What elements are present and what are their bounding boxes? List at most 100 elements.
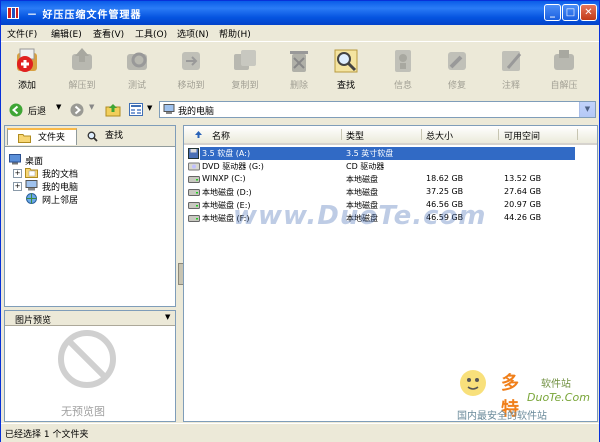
menu-tools[interactable]: 工具(O) [135,27,167,40]
column-total-size[interactable]: 总大小 [426,129,453,142]
brand-tagline: 国内最安全的软件站 [457,411,547,422]
add-button[interactable]: 添加 [3,44,51,96]
preview-collapse-icon[interactable]: ▼ [165,313,170,321]
address-text: 我的电脑 [178,107,215,117]
mascot-logo-icon [460,370,486,396]
pane-tabs: 文件夹 查找 [5,126,175,147]
find-button[interactable]: 查找 [322,44,370,96]
row-total: 37.25 GB [426,187,464,196]
test-label: 测试 [127,81,146,91]
tree-label: 网上邻居 [42,196,79,206]
app-logo-icon [7,7,19,19]
forward-arrow-icon[interactable] [70,103,84,117]
tree-label: 我的电脑 [42,183,79,193]
sort-up-icon[interactable] [194,130,203,139]
documents-folder-icon [25,168,38,178]
column-name[interactable]: 名称 [212,129,230,142]
folder-pane: 文件夹 查找 桌面 + 我的文档 + 我的电脑 网上邻居 [4,125,176,307]
row-free: 20.97 GB [504,200,542,209]
extract-button[interactable]: 解压到 [58,44,106,96]
repair-button[interactable]: 修复 [433,44,481,96]
row-name: WINXP (C:) [202,174,246,183]
file-list: 名称 类型 总大小 可用空间 3.5 软盘 (A:) 3.5 英寸软盘 DVD … [183,125,598,422]
menu-edit[interactable]: 编辑(E) [51,27,82,40]
copy-icon [234,50,256,70]
row-free: 44.26 GB [504,213,542,222]
tab-find-label: 查找 [105,131,124,141]
delete-button[interactable]: 删除 [275,44,323,96]
title-bar[interactable]: － 好压压缩文件管理器 _ □ ✕ [1,1,599,25]
delete-icon [290,51,308,72]
view-dropdown-icon[interactable]: ▼ [147,104,152,112]
tab-folders[interactable]: 文件夹 [7,128,77,145]
computer-icon [163,104,175,114]
list-row[interactable]: 3.5 软盘 (A:) 3.5 英寸软盘 [184,147,597,160]
repair-label: 修复 [447,81,466,91]
tab-find[interactable]: 查找 [81,128,147,145]
list-row[interactable]: DVD 驱动器 (G:) CD 驱动器 [184,160,597,173]
move-icon [182,52,200,70]
back-arrow-icon[interactable] [9,103,23,117]
column-free-space[interactable]: 可用空间 [504,129,540,142]
row-free: 13.52 GB [504,174,542,183]
test-button[interactable]: 测试 [113,44,161,96]
tree-item-my-documents[interactable]: + 我的文档 [9,167,169,180]
extract-icon [72,48,92,70]
column-type[interactable]: 类型 [346,129,364,142]
no-preview-text: 无预览图 [61,405,105,418]
row-type: CD 驱动器 [346,162,385,171]
minimize-button[interactable]: _ [544,4,561,21]
row-name: 3.5 软盘 (A:) [202,149,251,158]
add-icon [17,48,37,72]
tree-item-desktop[interactable]: 桌面 [9,154,169,167]
tree-label: 桌面 [25,157,44,167]
forward-dropdown-icon[interactable]: ▼ [89,103,94,111]
row-free: 27.64 GB [504,187,542,196]
comment-button[interactable]: 注释 [487,44,535,96]
tree-label: 我的文档 [42,170,79,180]
tree-item-my-computer[interactable]: + 我的电脑 [9,180,169,193]
magnifier-icon [87,131,98,142]
menu-view[interactable]: 查看(V) [93,27,124,40]
up-folder-icon[interactable] [105,102,121,118]
test-icon [127,52,147,70]
move-button[interactable]: 移动到 [167,44,215,96]
list-row[interactable]: 本地磁盘 (D:) 本地磁盘 37.25 GB 27.64 GB [184,186,597,199]
disk-icon [188,176,200,183]
address-dropdown-button[interactable]: ▼ [579,102,595,117]
sfx-button[interactable]: 自解压 [540,44,588,96]
address-field[interactable]: 我的电脑 ▼ [159,101,596,118]
find-icon [334,49,358,73]
floppy-icon [188,148,199,159]
row-type: 本地磁盘 [346,188,378,197]
disk-icon [188,189,200,196]
menu-file[interactable]: 文件(F) [7,27,37,40]
comment-icon [502,51,522,71]
dvd-drive-icon [188,162,200,171]
list-header: 名称 类型 总大小 可用空间 [184,126,597,145]
app-window: － 好压压缩文件管理器 _ □ ✕ 文件(F) 编辑(E) 查看(V) 工具(O… [0,0,600,442]
menu-options[interactable]: 选项(N) [177,27,209,40]
tree-item-network[interactable]: 网上邻居 [9,193,169,206]
info-button[interactable]: 信息 [379,44,427,96]
menu-bar: 文件(F) 编辑(E) 查看(V) 工具(O) 选项(N) 帮助(H) [1,25,599,41]
view-mode-icon[interactable] [129,103,143,116]
back-dropdown-icon[interactable]: ▼ [56,103,61,111]
preview-header: 图片预览 ▼ [5,311,175,326]
list-row[interactable]: WINXP (C:) 本地磁盘 18.62 GB 13.52 GB [184,173,597,186]
toolbar: 添加 解压到 测试 移动到 复制到 删除 查找 信息 修复 注释 自解压 [1,41,599,99]
add-label: 添加 [17,81,36,91]
watermark-center: www.DuoTe.com [233,201,487,231]
expand-icon[interactable]: + [13,182,22,191]
desktop-icon [9,154,21,165]
copy-button[interactable]: 复制到 [221,44,269,96]
no-preview-icon [58,330,116,388]
close-button[interactable]: ✕ [580,4,597,21]
info-label: 信息 [393,81,412,91]
menu-help[interactable]: 帮助(H) [219,27,251,40]
back-label[interactable]: 后退 [28,104,46,117]
comment-label: 注释 [501,81,520,91]
delete-label: 删除 [289,81,308,91]
expand-icon[interactable]: + [13,169,22,178]
maximize-button[interactable]: □ [562,4,579,21]
